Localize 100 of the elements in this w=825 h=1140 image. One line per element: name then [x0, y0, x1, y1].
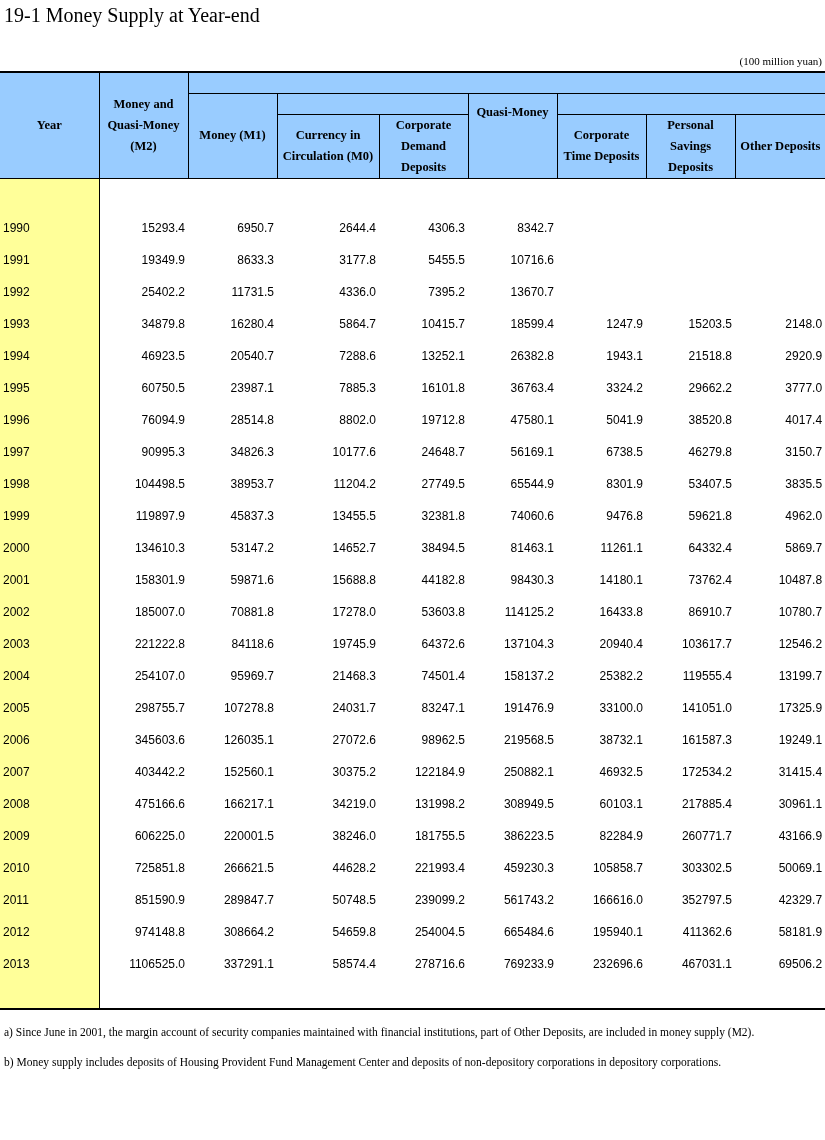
year-cell: 2007	[3, 765, 30, 779]
table-cell: 9476.8	[606, 509, 643, 523]
year-cell: 1992	[3, 285, 30, 299]
table-cell: 13199.7	[778, 669, 823, 683]
table-cell: 65544.9	[510, 477, 554, 491]
table-cell: 158301.9	[134, 573, 185, 587]
table-cell: 220001.5	[223, 829, 274, 843]
table-cell: 217885.4	[681, 797, 732, 811]
table-cell: 119555.4	[682, 669, 732, 683]
year-cell: 2001	[3, 573, 30, 587]
table-cell: 3177.8	[339, 253, 376, 267]
table-cell: 46279.8	[688, 445, 732, 459]
table-cell: 50748.5	[332, 893, 376, 907]
table-cell: 64332.4	[688, 541, 732, 555]
table-cell: 158137.2	[503, 669, 554, 683]
table-cell: 260771.7	[681, 829, 732, 843]
table-cell: 221993.4	[414, 861, 465, 875]
year-cell: 1994	[3, 349, 30, 363]
table-cell: 345603.6	[134, 733, 185, 747]
table-cell: 5041.9	[606, 413, 643, 427]
table-cell: 725851.8	[134, 861, 185, 875]
table-cell: 137104.3	[503, 637, 554, 651]
table-cell: 4336.0	[339, 285, 376, 299]
table-cell: 221222.8	[134, 637, 185, 651]
table-cell: 8633.3	[237, 253, 274, 267]
table-cell: 1247.9	[606, 317, 643, 331]
table-cell: 42329.7	[778, 893, 823, 907]
table-cell: 10487.8	[778, 573, 823, 587]
table-cell: 56169.1	[510, 445, 554, 459]
table-cell: 6950.7	[237, 221, 274, 235]
table-cell: 24648.7	[421, 445, 465, 459]
table-cell: 70881.8	[230, 605, 274, 619]
year-cell: 2010	[3, 861, 30, 875]
table-cell: 459230.3	[503, 861, 554, 875]
table-cell: 411362.6	[682, 925, 732, 939]
year-cell: 2012	[3, 925, 30, 939]
table-cell: 6738.5	[606, 445, 643, 459]
column-header: Other Deposits	[735, 114, 825, 178]
table-cell: 278716.6	[414, 957, 465, 971]
column-header: Currency in Circulation (M0)	[277, 114, 379, 178]
table-cell: 38246.0	[332, 829, 376, 843]
table-cell: 47580.1	[510, 413, 554, 427]
table-cell: 13455.5	[332, 509, 376, 523]
table-cell: 4962.0	[785, 509, 823, 523]
table-cell: 82284.9	[599, 829, 643, 843]
table-cell: 74501.4	[421, 669, 465, 683]
table-cell: 119897.9	[135, 509, 185, 523]
table-title: 19-1 Money Supply at Year-end	[3, 3, 261, 29]
table-cell: 4017.4	[785, 413, 823, 427]
year-cell: 2008	[3, 797, 30, 811]
table-cell: 114125.2	[504, 605, 554, 619]
table-cell: 403442.2	[134, 765, 185, 779]
column-header: Money and Quasi-Money (M2)	[99, 72, 188, 178]
table-cell: 122184.9	[414, 765, 465, 779]
table-cell: 289847.7	[223, 893, 274, 907]
year-cell: 2005	[3, 701, 30, 715]
table-cell: 54659.8	[332, 925, 376, 939]
table-cell: 11731.5	[231, 285, 274, 299]
column-header: Money (M1)	[188, 93, 277, 178]
table-cell: 12546.2	[778, 637, 823, 651]
table-cell: 851590.9	[134, 893, 185, 907]
table-cell: 185007.0	[134, 605, 185, 619]
table-cell: 4306.3	[428, 221, 465, 235]
table-cell: 23987.1	[230, 381, 274, 395]
table-cell: 141051.0	[681, 701, 732, 715]
table-cell: 161587.3	[681, 733, 732, 747]
table-cell: 53147.2	[230, 541, 274, 555]
table-cell: 15688.8	[332, 573, 376, 587]
table-cell: 974148.8	[134, 925, 185, 939]
table-cell: 16280.4	[230, 317, 274, 331]
table-cell: 95969.7	[230, 669, 274, 683]
table-cell: 19712.8	[421, 413, 465, 427]
table-cell: 475166.6	[134, 797, 185, 811]
year-cell: 2002	[3, 605, 30, 619]
table-cell: 20940.4	[599, 637, 643, 651]
table-cell: 73762.4	[688, 573, 732, 587]
year-cell: 2000	[3, 541, 30, 555]
year-cell: 1991	[3, 253, 30, 267]
table-cell: 38520.8	[688, 413, 732, 427]
year-cell: 2013	[3, 957, 30, 971]
year-cell: 2011	[3, 893, 29, 907]
table-cell: 105858.7	[592, 861, 643, 875]
year-cell: 2004	[3, 669, 30, 683]
table-cell: 134610.3	[134, 541, 185, 555]
table-cell: 58181.9	[778, 925, 823, 939]
table-cell: 44182.8	[421, 573, 465, 587]
table-cell: 60750.5	[141, 381, 185, 395]
table-cell: 29662.2	[688, 381, 732, 395]
table-cell: 254107.0	[134, 669, 185, 683]
table-cell: 16101.8	[421, 381, 465, 395]
footnote: a) Since June in 2001, the margin account of security companies maintained with financial institutions, part of Other Deposits, are included in money supply (M2).	[4, 1025, 756, 1041]
table-cell: 86910.7	[688, 605, 732, 619]
table-cell: 3324.2	[606, 381, 643, 395]
table-cell: 3150.7	[785, 445, 823, 459]
table-cell: 84118.6	[231, 637, 274, 651]
table-cell: 21468.3	[332, 669, 376, 683]
table-cell: 606225.0	[134, 829, 185, 843]
table-cell: 8802.0	[339, 413, 376, 427]
table-cell: 14652.7	[332, 541, 376, 555]
table-cell: 2920.9	[785, 349, 823, 363]
